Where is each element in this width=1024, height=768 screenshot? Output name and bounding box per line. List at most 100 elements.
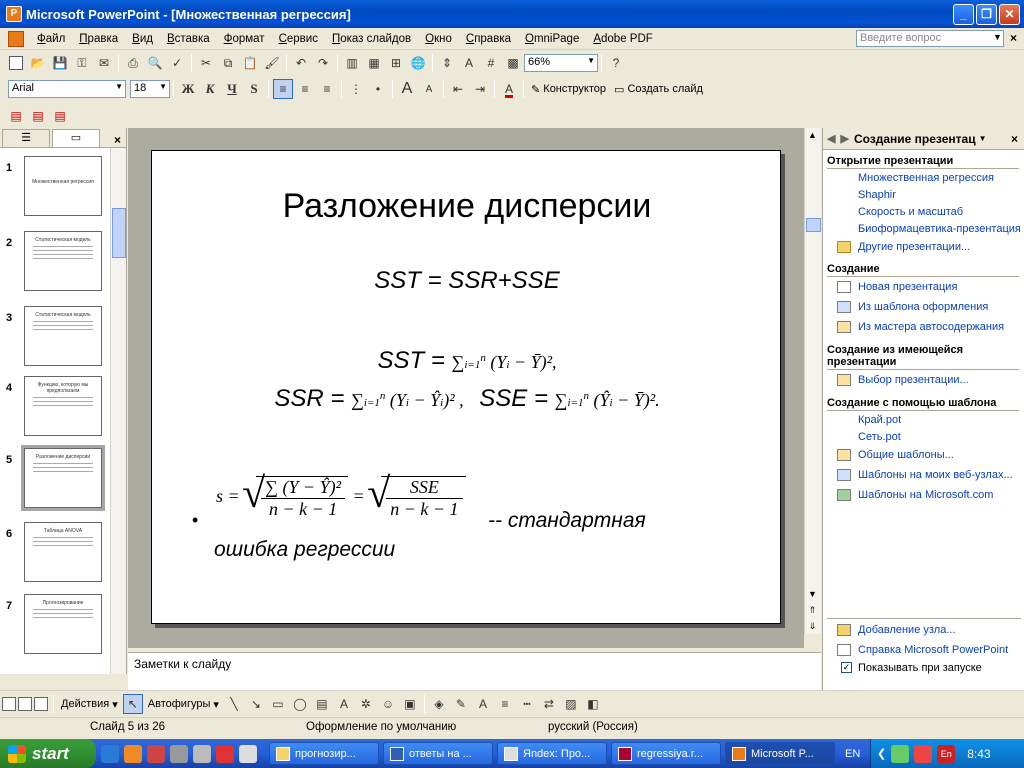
show-grid-icon[interactable]: #	[481, 53, 501, 73]
scroll-down-icon[interactable]: ▼	[805, 587, 820, 602]
close-icon[interactable]: ×	[1011, 132, 1018, 146]
menu-insert[interactable]: Вставка	[160, 33, 217, 45]
line-icon[interactable]: ╲	[224, 694, 244, 714]
notes-pane[interactable]: Заметки к слайду	[128, 652, 821, 690]
copy-icon[interactable]: ⧉	[218, 53, 238, 73]
slide-sorter-icon[interactable]	[18, 697, 32, 711]
template-link[interactable]: Край.pot	[858, 414, 901, 426]
recent-file-link[interactable]: Множественная регрессия	[858, 172, 994, 184]
slide-thumbnail[interactable]: 4 Функцию, которую мы предполагаем	[0, 376, 110, 442]
numbered-list-icon[interactable]: ⋮	[346, 79, 366, 99]
textbox-icon[interactable]: ▤	[312, 694, 332, 714]
other-presentations-link[interactable]: Другие презентации...	[858, 241, 970, 253]
menu-help[interactable]: Справка	[459, 33, 518, 45]
email-icon[interactable]: ✉	[94, 53, 114, 73]
slide-thumbnail[interactable]: 7 Прогнозирование	[0, 594, 110, 660]
tray-icon[interactable]	[891, 744, 910, 763]
help-search-input[interactable]: Введите вопрос	[856, 30, 1004, 47]
previous-slide-icon[interactable]: ⇑	[805, 603, 820, 618]
insert-chart-icon[interactable]: ▥	[342, 53, 362, 73]
align-center-icon[interactable]: ≡	[295, 79, 315, 99]
color-grayscale-icon[interactable]: ▩	[503, 53, 523, 73]
print-icon[interactable]: ⎙	[123, 53, 143, 73]
arrow-style-icon[interactable]: ⇄	[539, 694, 559, 714]
insert-table-icon[interactable]: ▦	[364, 53, 384, 73]
equation-sst[interactable]: SST = ∑i=1n (Yi − Ȳ)²,	[152, 347, 782, 375]
wordart-icon[interactable]: A	[334, 694, 354, 714]
slide-title[interactable]: Разложение дисперсии	[152, 187, 782, 226]
insert-hyperlink-icon[interactable]: 🌐	[408, 53, 428, 73]
new-presentation-link[interactable]: Новая презентация	[858, 281, 957, 293]
scroll-thumb[interactable]	[112, 208, 126, 258]
new-document-icon[interactable]	[6, 53, 26, 73]
template-link[interactable]: Сеть.pot	[858, 431, 901, 443]
recent-file-link[interactable]: Shaphir	[858, 189, 896, 201]
menu-omnipage[interactable]: OmniPage	[518, 33, 586, 45]
align-left-icon[interactable]: ≡	[273, 79, 293, 99]
actions-menu[interactable]: Действия ▾	[57, 698, 122, 711]
underline-button[interactable]: Ч	[222, 79, 242, 99]
forward-icon[interactable]: ▶	[840, 132, 848, 145]
3d-style-icon[interactable]: ◧	[583, 694, 603, 714]
keyboard-layout-indicator[interactable]: En	[937, 744, 956, 763]
diagram-icon[interactable]: ✲	[356, 694, 376, 714]
taskbar-item[interactable]: прогнозир...	[269, 742, 379, 765]
pdf-convert-icon[interactable]: ▤	[6, 106, 26, 126]
menu-view[interactable]: Вид	[125, 33, 160, 45]
paste-icon[interactable]: 📋	[240, 53, 260, 73]
powerpoint-help-link[interactable]: Справка Microsoft PowerPoint	[858, 644, 1008, 656]
editor-vertical-scrollbar[interactable]: ▲ ▼ ⇑ ⇓	[804, 128, 821, 634]
quicklaunch-icon[interactable]	[193, 744, 211, 763]
line-style-icon[interactable]: ≡	[495, 694, 515, 714]
document-icon[interactable]	[8, 30, 24, 47]
pdf-review-icon[interactable]: ▤	[50, 106, 70, 126]
decrease-indent-icon[interactable]: ⇤	[448, 79, 468, 99]
slide-thumbnail[interactable]: 3 Статистическая модель	[0, 306, 110, 372]
arrow-icon[interactable]: ↘	[246, 694, 266, 714]
font-color-icon[interactable]: A	[473, 694, 493, 714]
quicklaunch-icon[interactable]	[170, 744, 188, 763]
shadow-button[interactable]: S	[244, 79, 264, 99]
fill-color-icon[interactable]: ◈	[429, 694, 449, 714]
pdf-email-icon[interactable]: ▤	[28, 106, 48, 126]
save-icon[interactable]: 💾	[50, 53, 70, 73]
shadow-style-icon[interactable]: ▨	[561, 694, 581, 714]
recent-file-link[interactable]: Биоформацевтика-презентация	[858, 223, 1021, 235]
italic-button[interactable]: К	[200, 79, 220, 99]
show-at-startup-checkbox[interactable]: ✓	[841, 662, 852, 673]
line-color-icon[interactable]: ✎	[451, 694, 471, 714]
font-color-icon[interactable]: A	[499, 79, 519, 99]
tab-slides[interactable]: ▭	[52, 129, 100, 147]
new-slide-button[interactable]: ▭ Создать слайд	[610, 83, 707, 96]
close-button[interactable]: ✕	[999, 3, 1020, 25]
next-slide-icon[interactable]: ⇓	[805, 619, 820, 634]
oval-icon[interactable]: ◯	[290, 694, 310, 714]
media-player-icon[interactable]	[124, 744, 142, 763]
tables-borders-icon[interactable]: ⊞	[386, 53, 406, 73]
slide-thumbnail[interactable]: 1 Множественная регрессия	[0, 156, 110, 222]
microsoft-templates-link[interactable]: Шаблоны на Microsoft.com	[858, 489, 993, 501]
permission-icon[interactable]: ⚿	[72, 53, 92, 73]
picture-icon[interactable]: ▣	[400, 694, 420, 714]
menu-edit[interactable]: Правка	[72, 33, 125, 45]
scroll-thumb[interactable]	[806, 218, 821, 232]
quicklaunch-icon[interactable]	[147, 744, 165, 763]
taskbar-item[interactable]: Яndex: Про...	[497, 742, 607, 765]
redo-icon[interactable]: ↷	[313, 53, 333, 73]
taskbar-item[interactable]: regressiya.r...	[611, 742, 721, 765]
menu-window[interactable]: Окно	[418, 33, 459, 45]
menu-adobe-pdf[interactable]: Adobe PDF	[586, 33, 659, 45]
format-painter-icon[interactable]: 🖌	[262, 53, 282, 73]
minimize-button[interactable]: _	[953, 3, 974, 25]
scroll-up-icon[interactable]: ▲	[805, 128, 820, 143]
increase-font-icon[interactable]: A	[397, 79, 417, 99]
tray-expand-icon[interactable]: ❮	[877, 747, 886, 760]
expand-all-icon[interactable]: ⇕	[437, 53, 457, 73]
cut-icon[interactable]: ✂	[196, 53, 216, 73]
autocontent-wizard-link[interactable]: Из мастера автосодержания	[858, 321, 1004, 333]
taskbar-item[interactable]: ответы на ...	[383, 742, 493, 765]
taskbar-item-active[interactable]: Microsoft P...	[725, 742, 835, 765]
slides-scrollbar[interactable]	[110, 148, 126, 674]
designer-button[interactable]: ✎ Конструктор	[527, 83, 610, 96]
normal-view-icon[interactable]	[2, 697, 16, 711]
